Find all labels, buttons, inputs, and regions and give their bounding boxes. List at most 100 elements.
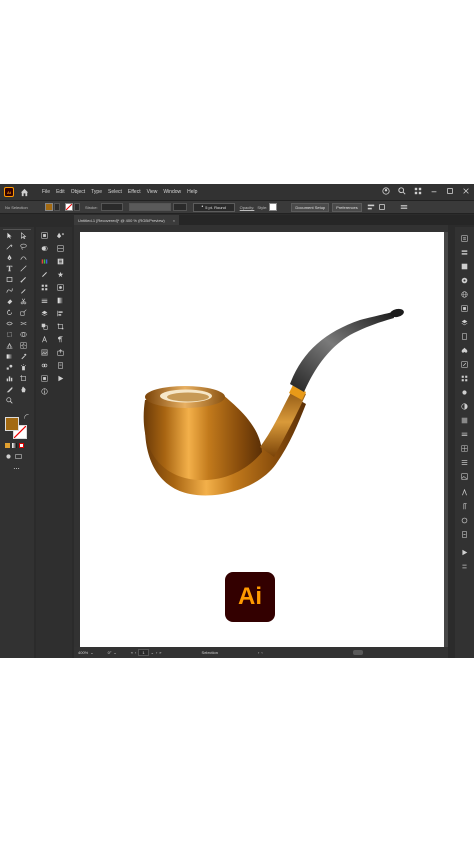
- pen-tool-icon[interactable]: [6, 254, 13, 261]
- appearance-panel-icon[interactable]: [461, 389, 468, 396]
- artboards-icon[interactable]: [57, 245, 64, 252]
- opentype-panel-icon[interactable]: [461, 517, 468, 524]
- paintbrush-tool-icon[interactable]: [20, 276, 27, 283]
- stroke-dropdown[interactable]: [74, 203, 80, 211]
- scale-tool-icon[interactable]: [20, 309, 27, 316]
- swatches-panel-icon[interactable]: [461, 305, 468, 312]
- properties-panel-icon[interactable]: [461, 235, 468, 242]
- color-panel-icon[interactable]: [461, 263, 468, 270]
- screen-mode-icon[interactable]: [15, 453, 22, 460]
- rotate-tool-icon[interactable]: [6, 309, 13, 316]
- menu-type[interactable]: Type: [91, 189, 102, 195]
- character-panel-icon[interactable]: [461, 489, 468, 496]
- mesh-tool-icon[interactable]: [20, 342, 27, 349]
- menu-view[interactable]: View: [147, 189, 158, 195]
- none-mode-button[interactable]: [19, 443, 24, 448]
- stroke-panel-icon[interactable]: [41, 297, 48, 304]
- graphic-styles-icon[interactable]: [57, 284, 64, 291]
- horizontal-scrollbar[interactable]: [352, 650, 363, 655]
- eyedropper-tool-icon[interactable]: [20, 353, 27, 360]
- lasso-tool-icon[interactable]: [20, 243, 27, 250]
- blend-tool-icon[interactable]: [6, 364, 13, 371]
- account-icon[interactable]: [382, 187, 390, 195]
- tab-close-icon[interactable]: ×: [173, 218, 175, 223]
- character-icon[interactable]: [41, 336, 48, 343]
- status-more-icon[interactable]: ‹: [261, 650, 262, 655]
- stroke-panel-dock-icon[interactable]: [461, 431, 468, 438]
- fill-swatch[interactable]: [45, 203, 53, 211]
- asset-export-icon[interactable]: [57, 349, 64, 356]
- align-icon[interactable]: [367, 203, 375, 211]
- pathfinder-icon[interactable]: [41, 323, 48, 330]
- stroke-swatch[interactable]: [65, 203, 73, 211]
- gradient-panel-dock-icon[interactable]: [461, 417, 468, 424]
- menu-edit[interactable]: Edit: [56, 189, 65, 195]
- pencil-tool-icon[interactable]: [20, 287, 27, 294]
- shaper-tool-icon[interactable]: [6, 287, 13, 294]
- transparency-panel-icon[interactable]: [461, 403, 468, 410]
- close-icon[interactable]: [462, 187, 470, 195]
- swatches-icon[interactable]: [41, 284, 48, 291]
- menu-help[interactable]: Help: [187, 189, 197, 195]
- graphic-style-swatch[interactable]: [269, 203, 278, 211]
- brushes-icon[interactable]: [41, 271, 48, 278]
- menu-file[interactable]: File: [42, 189, 50, 195]
- brush-definition[interactable]: • 5 pt. Round: [192, 202, 235, 212]
- menu-window[interactable]: Window: [163, 189, 181, 195]
- menu-select[interactable]: Select: [108, 189, 122, 195]
- artboard[interactable]: Ai: [80, 232, 444, 648]
- image-panel-icon[interactable]: [461, 473, 468, 480]
- free-transform-tool-icon[interactable]: [6, 331, 13, 338]
- draw-mode-icon[interactable]: [5, 453, 12, 460]
- direct-selection-tool-icon[interactable]: [20, 232, 27, 239]
- gradient-panel-icon[interactable]: [57, 297, 64, 304]
- swap-fill-stroke-icon[interactable]: [23, 413, 30, 420]
- fill-dropdown[interactable]: [54, 203, 60, 211]
- glyphs-panel-icon[interactable]: [461, 531, 468, 538]
- transparency-icon[interactable]: [41, 245, 48, 252]
- type-tool-icon[interactable]: [6, 265, 13, 272]
- color-wheel-icon[interactable]: [461, 277, 468, 284]
- transform-icon[interactable]: [378, 203, 386, 211]
- zoom-tool-icon[interactable]: [6, 397, 13, 404]
- image-trace-icon[interactable]: [41, 349, 48, 356]
- document-setup-button[interactable]: Document Setup: [291, 202, 330, 212]
- gradient-tool-icon[interactable]: [6, 353, 13, 360]
- brushes-panel-icon[interactable]: [461, 361, 468, 368]
- warp-tool-icon[interactable]: [20, 320, 27, 327]
- home-icon[interactable]: [20, 188, 29, 197]
- fill-color-box[interactable]: [5, 417, 19, 431]
- artboard-dropdown-icon[interactable]: ⌄: [151, 650, 154, 655]
- column-graph-tool-icon[interactable]: [6, 375, 13, 382]
- layers-panel-icon[interactable]: [461, 249, 468, 256]
- variable-width-profile[interactable]: [128, 203, 171, 211]
- panel-menu-icon[interactable]: [400, 203, 408, 211]
- list-panel-icon[interactable]: [461, 459, 468, 466]
- width-tool-icon[interactable]: [6, 320, 13, 327]
- selection-tool-icon[interactable]: [6, 232, 13, 239]
- menu-object[interactable]: Object: [71, 189, 85, 195]
- rectangle-tool-icon[interactable]: [6, 276, 13, 283]
- shape-builder-tool-icon[interactable]: [20, 331, 27, 338]
- symbol-sprayer-tool-icon[interactable]: [20, 364, 27, 371]
- artboard-navigator[interactable]: « ‹ 1 ⌄ › »: [131, 649, 162, 656]
- scissors-tool-icon[interactable]: [20, 298, 27, 305]
- links-icon[interactable]: [41, 362, 48, 369]
- symbols-panel-icon[interactable]: [461, 347, 468, 354]
- symbols-icon[interactable]: [57, 271, 64, 278]
- magic-wand-tool-icon[interactable]: [6, 243, 13, 250]
- prev-artboard-icon[interactable]: ‹: [135, 650, 136, 655]
- stack-icon[interactable]: [461, 319, 468, 326]
- artboard-number[interactable]: 1: [138, 649, 149, 656]
- eraser-tool-icon[interactable]: [6, 298, 13, 305]
- artboard-tool-icon[interactable]: [20, 375, 27, 382]
- tool-status[interactable]: Selection: [202, 650, 218, 655]
- document-panel-icon[interactable]: [461, 333, 468, 340]
- stroke-weight-input[interactable]: [100, 203, 123, 211]
- minimize-icon[interactable]: [430, 187, 438, 195]
- paragraph-icon[interactable]: [57, 336, 64, 343]
- perspective-grid-tool-icon[interactable]: [6, 342, 13, 349]
- actions-panel-icon[interactable]: [461, 549, 468, 556]
- canvas-area[interactable]: Ai: [74, 225, 448, 648]
- horizontal-ruler[interactable]: [74, 225, 448, 232]
